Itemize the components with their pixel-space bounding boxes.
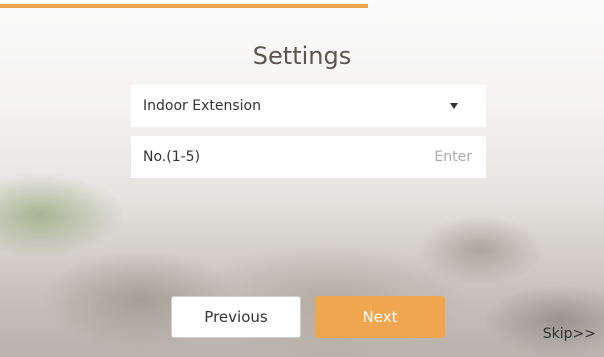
caret-down-icon [450, 103, 458, 109]
page-title: Settings [252, 42, 352, 70]
number-field-label: No.(1-5) [143, 149, 201, 165]
progress-bar [0, 0, 604, 8]
device-type-dropdown[interactable]: Indoor Extension [131, 85, 486, 127]
next-button[interactable]: Next [315, 296, 445, 338]
number-field-placeholder[interactable]: Enter [434, 149, 472, 165]
skip-link[interactable]: Skip>> [543, 326, 596, 342]
dropdown-selected-value: Indoor Extension [143, 98, 261, 114]
previous-button[interactable]: Previous [171, 296, 301, 338]
progress-bar-fill [0, 4, 369, 8]
number-field[interactable]: No.(1-5) Enter [131, 136, 486, 178]
